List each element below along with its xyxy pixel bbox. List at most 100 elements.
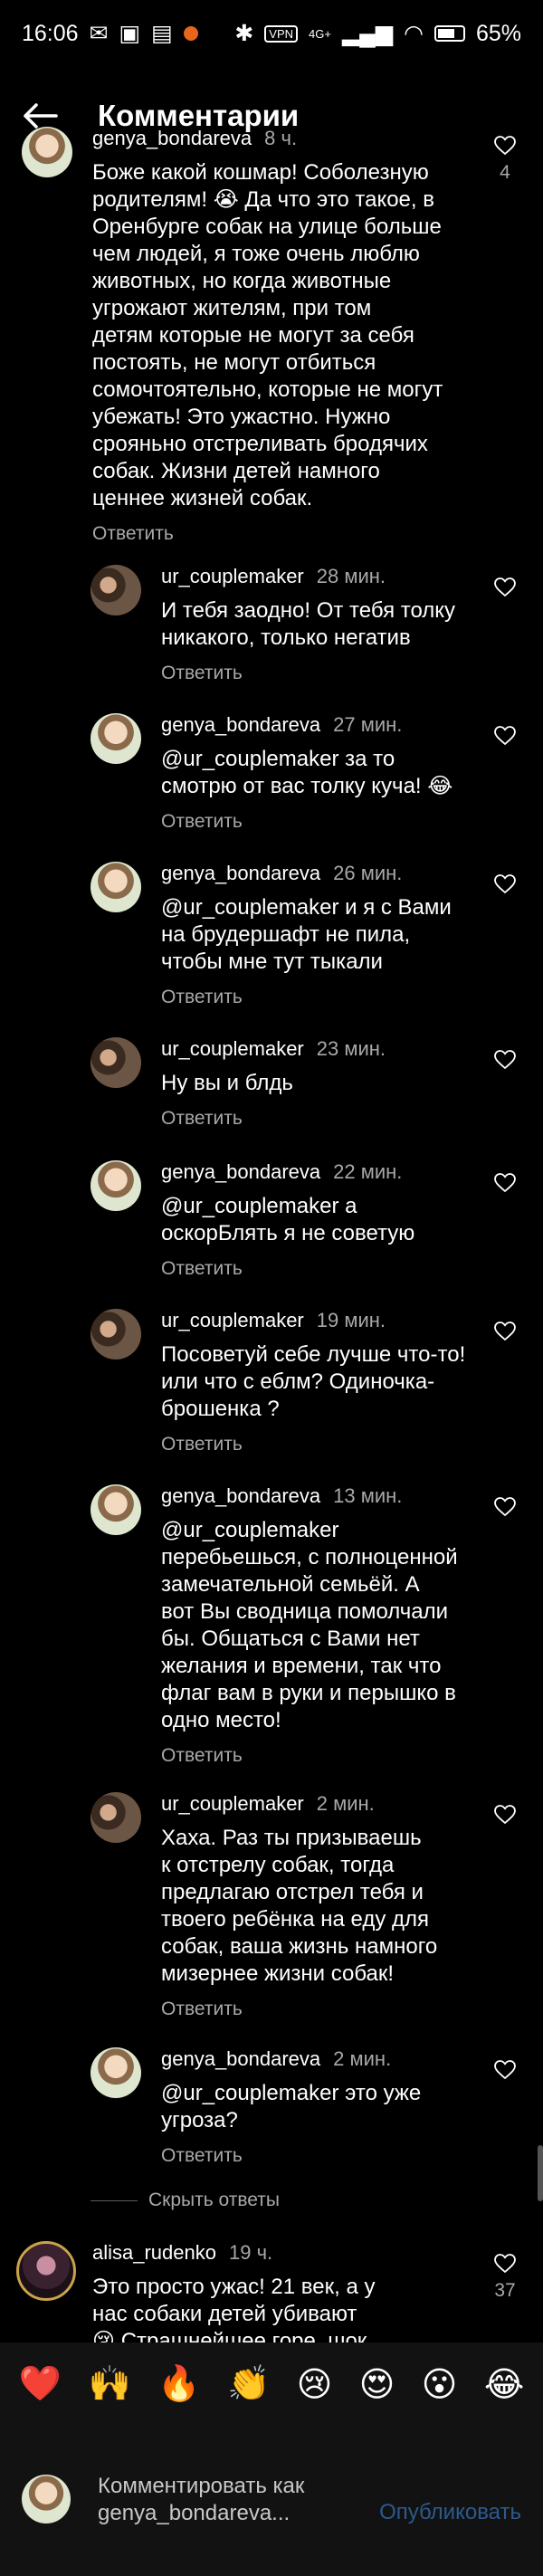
heart-icon [494,136,516,156]
hide-replies-label: Скрыть ответы [148,2190,280,2210]
like-count: 37 [494,2280,516,2301]
avatar[interactable] [90,1484,141,1535]
heart-icon [494,874,516,894]
status-time: 16:06 [22,20,79,46]
network-type: 4G+ [309,26,331,41]
heart-icon [494,1173,516,1193]
heart-icon [494,1805,516,1825]
hide-replies-button[interactable]: Скрыть ответы [90,2190,280,2211]
comment-time: 2 мин. [333,2047,392,2070]
comment-time: 2 мин. [316,1792,375,1815]
heart-icon [494,2060,516,2080]
reply-item: genya_bondareva 26 мин. @ur_couplemaker и… [90,862,452,1008]
heart-icon [494,2254,516,2274]
heart-eyes-emoji[interactable]: 😍 [359,2364,395,2405]
reply-button[interactable]: Ответить [161,1108,386,1130]
scrollbar[interactable] [538,2145,543,2201]
avatar[interactable] [90,1792,141,1843]
comment-time: 13 мин. [333,1484,403,1507]
comment-time: 28 мин. [316,565,386,587]
like-button[interactable] [492,2060,518,2085]
arrow-left-icon [24,103,58,129]
comment-username[interactable]: genya_bondareva [161,2047,320,2070]
reply-button[interactable]: Ответить [161,1434,465,1455]
avatar[interactable] [22,127,72,177]
comment-composer: Комментировать как genya_bondareva... Оп… [0,2426,543,2576]
crying-face-emoji[interactable]: 😢 [297,2364,333,2405]
fire-emoji[interactable]: 🔥 [157,2364,200,2404]
battery-icon [433,25,465,42]
comment-username[interactable]: ur_couplemaker [161,1792,304,1815]
comment-text: Хаха. Раз ты призываешь к отстрелу собак… [161,1826,438,1986]
like-button[interactable]: 4 [492,136,518,184]
like-button[interactable]: 37 [492,2254,518,2302]
comment-time: 26 мин. [333,862,403,884]
heart-icon [494,1321,516,1341]
comment-time: 22 мин. [333,1160,403,1183]
battery-level: 65% [475,20,521,46]
comment-username[interactable]: genya_bondareva [161,862,320,884]
avatar[interactable] [90,1160,141,1211]
comment-text: И тебя заодно! От тебя толку никакого, т… [161,598,456,650]
reply-button[interactable]: Ответить [161,1745,458,1767]
reply-button[interactable]: Ответить [161,2145,421,2167]
status-right: ✱ VPN 4G+ ▂▄▆ ◠ 65% [234,20,521,47]
avatar[interactable] [16,2241,76,2301]
comment-username[interactable]: ur_couplemaker [161,565,304,587]
reply-item: genya_bondareva 22 мин. @ur_couplemaker а… [90,1160,414,1280]
clapping-hands-emoji[interactable]: 👏 [227,2364,270,2404]
like-button[interactable] [492,726,518,750]
like-button[interactable] [492,1805,518,1829]
like-button[interactable] [492,1173,518,1197]
avatar[interactable] [90,862,141,912]
comment-time: 19 ч. [228,2241,273,2264]
raising-hands-emoji[interactable]: 🙌 [88,2364,130,2404]
comment-text: @ur_couplemaker за то смотрю от вас толк… [161,747,453,798]
comment-username[interactable]: alisa_rudenko [92,2241,216,2264]
comment-input[interactable]: Комментировать как genya_bondareva... [98,2473,379,2527]
app-icon: ▣ [119,21,141,46]
red-heart-emoji[interactable]: ❤️ [19,2364,62,2404]
signal-icon: ▂▄▆ [341,21,394,46]
publish-button[interactable]: Опубликовать [379,2500,521,2525]
comment-time: 23 мин. [316,1037,386,1060]
comment-username[interactable]: genya_bondareva [161,1484,320,1507]
comment-username[interactable]: ur_couplemaker [161,1309,304,1331]
surprised-face-emoji[interactable]: 😮 [422,2364,458,2405]
comment-username[interactable]: genya_bondareva [161,1160,320,1183]
comment-text: @ur_couplemaker перебьешься, с полноценн… [161,1518,458,1732]
bluetooth-icon: ✱ [234,21,254,46]
tears-of-joy-emoji[interactable]: 😂 [484,2364,524,2405]
status-bar: 16:06 ✉ ▣ ▤ ✱ VPN 4G+ ▂▄▆ ◠ 65% [0,0,543,67]
avatar[interactable] [90,2047,141,2098]
reply-button[interactable]: Ответить [161,1258,414,1280]
comment-username[interactable]: genya_bondareva [161,713,320,736]
comment-item: alisa_rudenko 19 ч. Это просто ужас! 21 в… [16,2241,375,2355]
like-button[interactable] [492,1497,518,1522]
status-left: 16:06 ✉ ▣ ▤ [22,20,198,47]
heart-icon [494,1497,516,1517]
like-button[interactable] [492,1050,518,1074]
avatar[interactable] [90,713,141,764]
like-button[interactable] [492,577,518,602]
heart-icon [494,726,516,746]
reply-button[interactable]: Ответить [161,1999,437,2020]
comment-text: @ur_couplemaker это уже угроза? [161,2081,422,2132]
reply-button[interactable]: Ответить [161,663,455,684]
vpn-badge: VPN [264,24,299,43]
reply-item: ur_couplemaker 28 мин. И тебя заодно! От … [90,565,455,684]
comment-username[interactable]: genya_bondareva [92,127,252,149]
reply-item: ur_couplemaker 2 мин. Хаха. Раз ты призыв… [90,1792,437,2020]
like-button[interactable] [492,874,518,899]
reply-button[interactable]: Ответить [161,811,452,833]
like-button[interactable] [492,1321,518,1346]
comment-username[interactable]: ur_couplemaker [161,1037,304,1060]
like-count: 4 [500,162,510,183]
comment-time: 19 мин. [316,1309,386,1331]
reply-button[interactable]: Ответить [161,987,452,1008]
avatar[interactable] [90,1037,141,1088]
avatar[interactable] [90,1309,141,1360]
avatar[interactable] [90,565,141,615]
reply-button[interactable]: Ответить [92,523,443,545]
comment-text: Боже какой кошмар! Соболезную родителям!… [92,160,443,510]
